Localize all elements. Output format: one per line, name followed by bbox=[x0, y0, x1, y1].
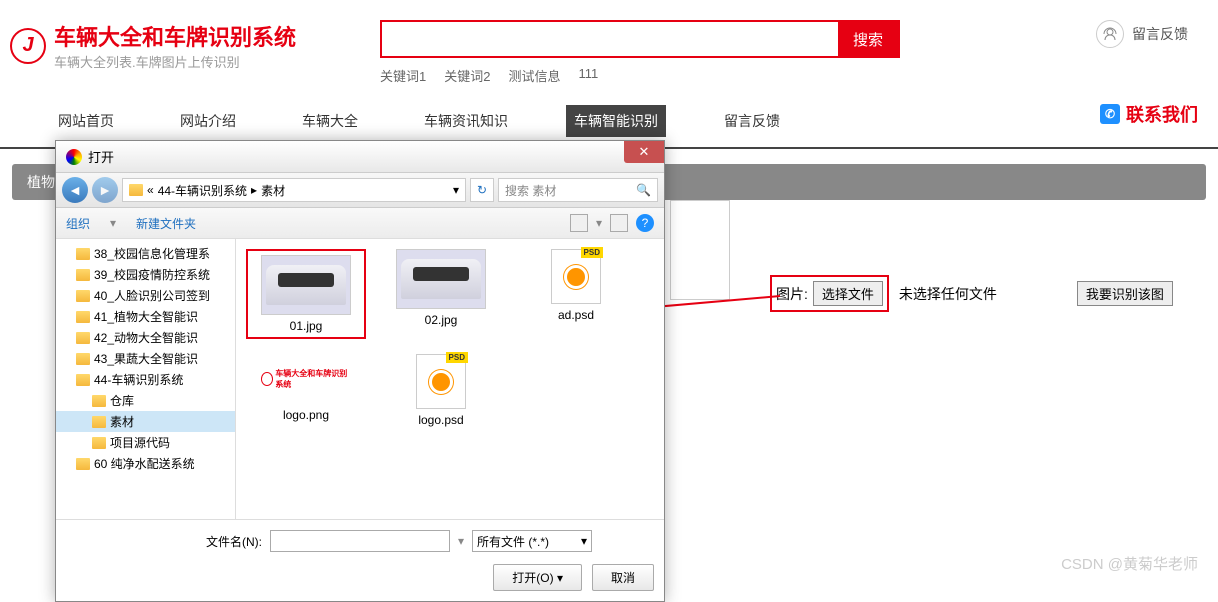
nav-feedback[interactable]: 留言反馈 bbox=[716, 105, 788, 137]
chevron-down-icon: ▾ bbox=[581, 534, 587, 548]
file-grid: 01.jpg 02.jpg PSDad.psd 车辆大全和车牌识别系统logo.png… bbox=[236, 239, 664, 519]
folder-icon bbox=[92, 395, 106, 407]
tree-item[interactable]: 项目源代码 bbox=[56, 432, 235, 453]
nav-home[interactable]: 网站首页 bbox=[50, 105, 122, 137]
search-button[interactable]: 搜索 bbox=[838, 22, 898, 56]
cancel-button[interactable]: 取消 bbox=[592, 564, 654, 591]
tree-item[interactable]: 44-车辆识别系统 bbox=[56, 369, 235, 390]
organize-menu[interactable]: 组织 bbox=[66, 215, 90, 232]
file-open-dialog: 打开 ✕ ◄ ► « 44-车辆识别系统 ▸ 素材 ▾ ↻ 搜索 素材 🔍 组织… bbox=[55, 140, 665, 602]
logo-icon: J bbox=[10, 28, 46, 64]
new-folder-button[interactable]: 新建文件夹 bbox=[136, 215, 196, 232]
watermark: CSDN @黄菊华老师 bbox=[1061, 553, 1198, 574]
site-subtitle: 车辆大全列表.车牌图片上传识别 bbox=[54, 52, 296, 71]
tree-item[interactable]: 43_果蔬大全智能识 bbox=[56, 348, 235, 369]
tree-item[interactable]: 39_校园疫情防控系统 bbox=[56, 264, 235, 285]
tree-item[interactable]: 42_动物大全智能识 bbox=[56, 327, 235, 348]
contact-us[interactable]: ✆ 联系我们 bbox=[1100, 101, 1198, 127]
nav-about[interactable]: 网站介绍 bbox=[172, 105, 244, 137]
file-name: logo.psd bbox=[418, 413, 463, 427]
folder-icon bbox=[76, 248, 90, 260]
no-file-text: 未选择任何文件 bbox=[899, 284, 997, 304]
open-button[interactable]: 打开(O) ▾ bbox=[493, 564, 582, 591]
tree-item[interactable]: 60 纯净水配送系统 bbox=[56, 453, 235, 474]
logo-section: J 车辆大全和车牌识别系统 车辆大全列表.车牌图片上传识别 bbox=[10, 20, 380, 71]
folder-icon bbox=[92, 416, 106, 428]
dialog-search[interactable]: 搜索 素材 🔍 bbox=[498, 178, 658, 202]
forward-button[interactable]: ► bbox=[92, 177, 118, 203]
dialog-titlebar[interactable]: 打开 ✕ bbox=[56, 141, 664, 173]
nav-recognition[interactable]: 车辆智能识别 bbox=[566, 105, 666, 137]
file-name: ad.psd bbox=[558, 308, 594, 322]
tree-item[interactable]: 素材 bbox=[56, 411, 235, 432]
folder-icon bbox=[76, 353, 90, 365]
phone-icon: ✆ bbox=[1100, 104, 1120, 124]
close-button[interactable]: ✕ bbox=[624, 141, 664, 163]
filename-input[interactable] bbox=[270, 530, 450, 552]
folder-icon bbox=[76, 332, 90, 344]
help-icon[interactable]: ? bbox=[636, 214, 654, 232]
file-item[interactable]: PSDlogo.psd bbox=[381, 354, 501, 427]
tree-item[interactable]: 38_校园信息化管理系 bbox=[56, 243, 235, 264]
filename-label: 文件名(N): bbox=[206, 533, 262, 550]
file-item[interactable]: 01.jpg bbox=[246, 249, 366, 339]
folder-icon bbox=[76, 290, 90, 302]
headset-icon bbox=[1096, 20, 1124, 48]
back-button[interactable]: ◄ bbox=[62, 177, 88, 203]
search-input[interactable] bbox=[382, 22, 838, 56]
contact-label: 联系我们 bbox=[1126, 101, 1198, 127]
keyword-link[interactable]: 111 bbox=[578, 66, 598, 85]
keyword-link[interactable]: 关键词2 bbox=[444, 66, 490, 85]
folder-icon bbox=[76, 311, 90, 323]
keyword-links: 关键词1 关键词2 测试信息 111 bbox=[380, 58, 1096, 85]
upload-label: 图片: bbox=[776, 284, 808, 304]
view-icon[interactable] bbox=[570, 214, 588, 232]
folder-icon bbox=[76, 458, 90, 470]
search-placeholder: 搜索 素材 bbox=[505, 182, 556, 199]
image-preview bbox=[670, 200, 730, 300]
file-name: logo.png bbox=[283, 408, 329, 422]
refresh-button[interactable]: ↻ bbox=[470, 178, 494, 202]
folder-icon bbox=[76, 374, 90, 386]
file-item[interactable]: PSDad.psd bbox=[516, 249, 636, 339]
tree-item[interactable]: 40_人脸识别公司签到 bbox=[56, 285, 235, 306]
dialog-title-text: 打开 bbox=[88, 147, 114, 166]
search-box: 搜索 bbox=[380, 20, 900, 58]
feedback-link[interactable]: 留言反馈 bbox=[1096, 20, 1208, 48]
app-icon bbox=[66, 149, 82, 165]
file-name: 02.jpg bbox=[425, 313, 458, 327]
filetype-select[interactable]: 所有文件 (*.*) ▾ bbox=[472, 530, 592, 552]
folder-icon bbox=[129, 184, 143, 196]
folder-icon bbox=[76, 269, 90, 281]
file-item[interactable]: 车辆大全和车牌识别系统logo.png bbox=[246, 354, 366, 427]
search-icon: 🔍 bbox=[636, 183, 651, 197]
folder-icon bbox=[92, 437, 106, 449]
preview-pane-icon[interactable] bbox=[610, 214, 628, 232]
choose-file-button[interactable]: 选择文件 bbox=[813, 281, 883, 306]
feedback-label: 留言反馈 bbox=[1132, 24, 1188, 44]
tree-item[interactable]: 41_植物大全智能识 bbox=[56, 306, 235, 327]
site-title: 车辆大全和车牌识别系统 bbox=[54, 20, 296, 52]
path-bar[interactable]: « 44-车辆识别系统 ▸ 素材 ▾ bbox=[122, 178, 466, 202]
folder-tree: 38_校园信息化管理系39_校园疫情防控系统40_人脸识别公司签到41_植物大全… bbox=[56, 239, 236, 519]
recognize-button[interactable]: 我要识别该图 bbox=[1077, 281, 1173, 306]
nav-news[interactable]: 车辆资讯知识 bbox=[416, 105, 516, 137]
file-item[interactable]: 02.jpg bbox=[381, 249, 501, 339]
nav-vehicles[interactable]: 车辆大全 bbox=[294, 105, 366, 137]
keyword-link[interactable]: 关键词1 bbox=[380, 66, 426, 85]
tree-item[interactable]: 仓库 bbox=[56, 390, 235, 411]
chevron-down-icon[interactable]: ▾ bbox=[453, 183, 459, 197]
keyword-link[interactable]: 测试信息 bbox=[508, 66, 560, 85]
file-chooser-highlight: 图片: 选择文件 bbox=[770, 275, 889, 312]
file-name: 01.jpg bbox=[290, 319, 323, 333]
